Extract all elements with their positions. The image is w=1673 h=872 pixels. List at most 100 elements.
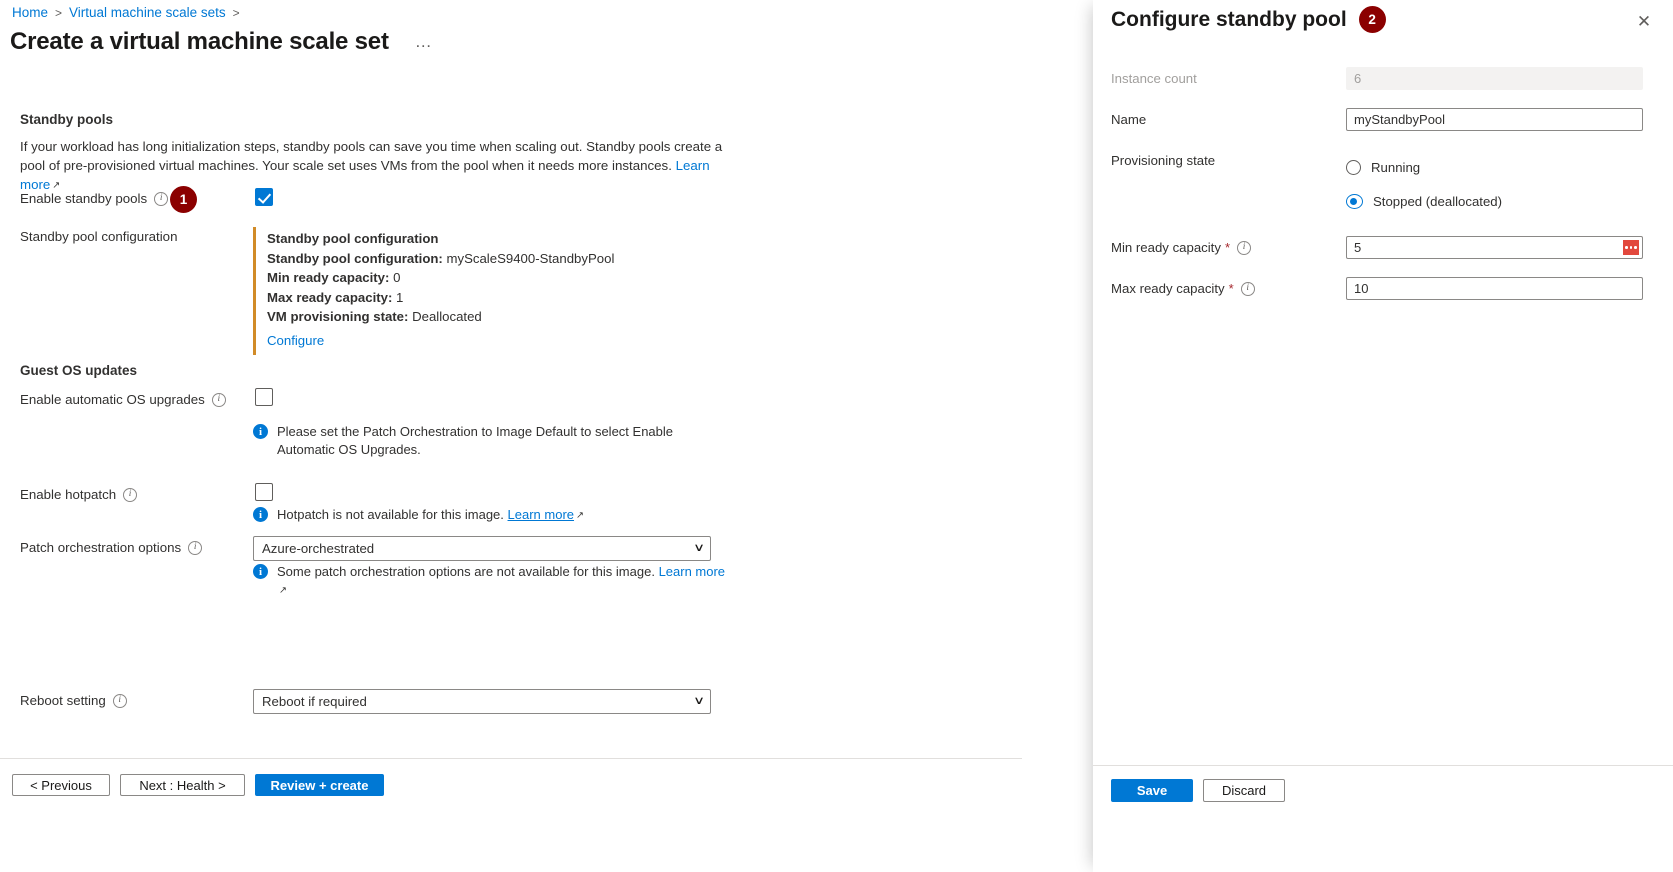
close-icon[interactable]: ✕ xyxy=(1633,10,1655,32)
instance-count-label: Instance count xyxy=(1111,71,1197,86)
instance-count-value: 6 xyxy=(1354,71,1361,86)
max-ready-capacity-value: 10 xyxy=(1354,281,1368,296)
enable-automatic-os-upgrades-label: Enable automatic OS upgrades i xyxy=(20,392,226,407)
required-asterisk: * xyxy=(1225,240,1230,255)
footer-divider xyxy=(0,758,1022,759)
reboot-setting-select[interactable]: Reboot if required ∨ xyxy=(253,689,711,714)
standby-pool-configuration-label-text: Standby pool configuration xyxy=(20,229,177,244)
name-label-text: Name xyxy=(1111,112,1146,127)
external-link-icon: ↗ xyxy=(576,507,584,525)
provisioning-state-label-text: Provisioning state xyxy=(1111,153,1215,168)
reboot-setting-label: Reboot setting i xyxy=(20,693,127,708)
breadcrumb-separator-icon-2: > xyxy=(233,6,240,20)
marker-badge-1: 1 xyxy=(170,186,197,213)
enable-automatic-os-upgrades-label-text: Enable automatic OS upgrades xyxy=(20,392,205,407)
required-asterisk: * xyxy=(1229,281,1234,296)
panel-title-row: Configure standby pool 2 xyxy=(1111,6,1386,33)
marker-badge-2: 2 xyxy=(1359,6,1386,33)
breadcrumb-separator-icon: > xyxy=(55,6,62,20)
standby-pool-configuration-summary: Standby pool configuration Standby pool … xyxy=(253,227,614,355)
config-summary-row: Standby pool configuration: myScaleS9400… xyxy=(267,249,614,269)
discard-button[interactable]: Discard xyxy=(1203,779,1285,802)
config-row-value: 1 xyxy=(396,290,403,305)
breadcrumb-item-home[interactable]: Home xyxy=(12,5,48,20)
info-filled-icon: i xyxy=(253,507,268,522)
min-ready-capacity-input[interactable]: 5 xyxy=(1346,236,1643,259)
automatic-os-upgrades-message-text: Please set the Patch Orchestration to Im… xyxy=(277,423,693,459)
min-ready-capacity-label: Min ready capacity * i xyxy=(1111,240,1251,255)
patch-orchestration-message-text: Some patch orchestration options are not… xyxy=(277,563,733,599)
radio-icon-selected[interactable] xyxy=(1346,194,1363,209)
previous-button[interactable]: < Previous xyxy=(12,774,110,796)
config-row-key: Min ready capacity: xyxy=(267,270,389,285)
hotpatch-message-text: Hotpatch is not available for this image… xyxy=(277,506,584,524)
standby-pool-configuration-label: Standby pool configuration xyxy=(20,229,177,244)
enable-standby-pools-label-text: Enable standby pools xyxy=(20,191,147,206)
info-filled-icon: i xyxy=(253,424,268,439)
configure-link[interactable]: Configure xyxy=(267,333,324,348)
external-link-icon: ↗ xyxy=(279,582,287,600)
review-create-button[interactable]: Review + create xyxy=(255,774,384,796)
page-title: Create a virtual machine scale set xyxy=(10,28,389,56)
hotpatch-message: i Hotpatch is not available for this ima… xyxy=(253,506,723,524)
instance-count-label-text: Instance count xyxy=(1111,71,1197,86)
provisioning-state-option-label: Stopped (deallocated) xyxy=(1373,194,1502,209)
config-row-key: Max ready capacity: xyxy=(267,290,392,305)
standby-pools-description: If your workload has long initialization… xyxy=(20,137,740,194)
enable-hotpatch-label: Enable hotpatch i xyxy=(20,487,137,502)
info-icon[interactable]: i xyxy=(113,694,127,708)
app-root: Home > Virtual machine scale sets > Crea… xyxy=(0,0,1673,872)
more-options-icon[interactable]: … xyxy=(411,30,437,54)
provisioning-state-label: Provisioning state xyxy=(1111,153,1215,168)
configure-standby-pool-panel: Configure standby pool 2 ✕ Instance coun… xyxy=(1093,0,1673,872)
enable-hotpatch-label-text: Enable hotpatch xyxy=(20,487,116,502)
config-row-key: VM provisioning state: xyxy=(267,309,408,324)
validation-error-icon[interactable] xyxy=(1621,238,1641,257)
info-icon[interactable]: i xyxy=(1237,241,1251,255)
enable-standby-pools-checkbox[interactable] xyxy=(255,188,273,206)
panel-footer-buttons: Save Discard xyxy=(1111,779,1285,802)
reboot-setting-label-text: Reboot setting xyxy=(20,693,106,708)
info-icon[interactable]: i xyxy=(188,541,202,555)
provisioning-state-option-label: Running xyxy=(1371,160,1420,175)
patch-orchestration-message-body: Some patch orchestration options are not… xyxy=(277,564,655,579)
info-icon[interactable]: i xyxy=(154,192,168,206)
chevron-down-icon: ∨ xyxy=(693,543,705,554)
name-input[interactable]: myStandbyPool xyxy=(1346,108,1643,131)
config-summary-row: Max ready capacity: 1 xyxy=(267,288,614,308)
config-row-value: Deallocated xyxy=(412,309,482,324)
max-ready-capacity-input[interactable]: 10 xyxy=(1346,277,1643,300)
info-icon[interactable]: i xyxy=(1241,282,1255,296)
provisioning-state-option-running[interactable]: Running xyxy=(1346,160,1420,175)
config-row-value: myScaleS9400-StandbyPool xyxy=(447,251,615,266)
patch-orchestration-options-select[interactable]: Azure-orchestrated ∨ xyxy=(253,536,711,561)
min-ready-capacity-label-text: Min ready capacity xyxy=(1111,240,1221,255)
page-title-row: Create a virtual machine scale set … xyxy=(10,28,437,56)
provisioning-state-option-stopped[interactable]: Stopped (deallocated) xyxy=(1346,194,1502,209)
info-filled-icon: i xyxy=(253,564,268,579)
save-button[interactable]: Save xyxy=(1111,779,1193,802)
info-icon[interactable]: i xyxy=(123,488,137,502)
patch-orchestration-options-label: Patch orchestration options i xyxy=(20,540,202,555)
automatic-os-upgrades-message: i Please set the Patch Orchestration to … xyxy=(253,423,693,459)
breadcrumb-item-vmss[interactable]: Virtual machine scale sets xyxy=(69,5,226,20)
create-vmss-pane: Home > Virtual machine scale sets > Crea… xyxy=(0,0,1093,872)
config-row-value: 0 xyxy=(393,270,400,285)
radio-icon[interactable] xyxy=(1346,160,1361,175)
standby-pools-description-text: If your workload has long initialization… xyxy=(20,139,722,173)
enable-hotpatch-checkbox[interactable] xyxy=(255,483,273,501)
wizard-footer-buttons: < Previous Next : Health > Review + crea… xyxy=(12,774,384,796)
config-row-key: Standby pool configuration: xyxy=(267,251,443,266)
patch-orchestration-options-label-text: Patch orchestration options xyxy=(20,540,181,555)
guest-os-updates-section-title: Guest OS updates xyxy=(20,363,137,378)
enable-automatic-os-upgrades-checkbox[interactable] xyxy=(255,388,273,406)
info-icon[interactable]: i xyxy=(212,393,226,407)
patch-orchestration-learn-more-link[interactable]: Learn more xyxy=(659,564,725,579)
standby-pools-section-title: Standby pools xyxy=(20,112,113,127)
hotpatch-learn-more-link[interactable]: Learn more xyxy=(508,507,574,522)
next-health-button[interactable]: Next : Health > xyxy=(120,774,245,796)
breadcrumb: Home > Virtual machine scale sets > xyxy=(12,5,240,20)
max-ready-capacity-label: Max ready capacity * i xyxy=(1111,281,1255,296)
config-summary-row: Min ready capacity: 0 xyxy=(267,268,614,288)
panel-footer-divider xyxy=(1093,765,1673,766)
